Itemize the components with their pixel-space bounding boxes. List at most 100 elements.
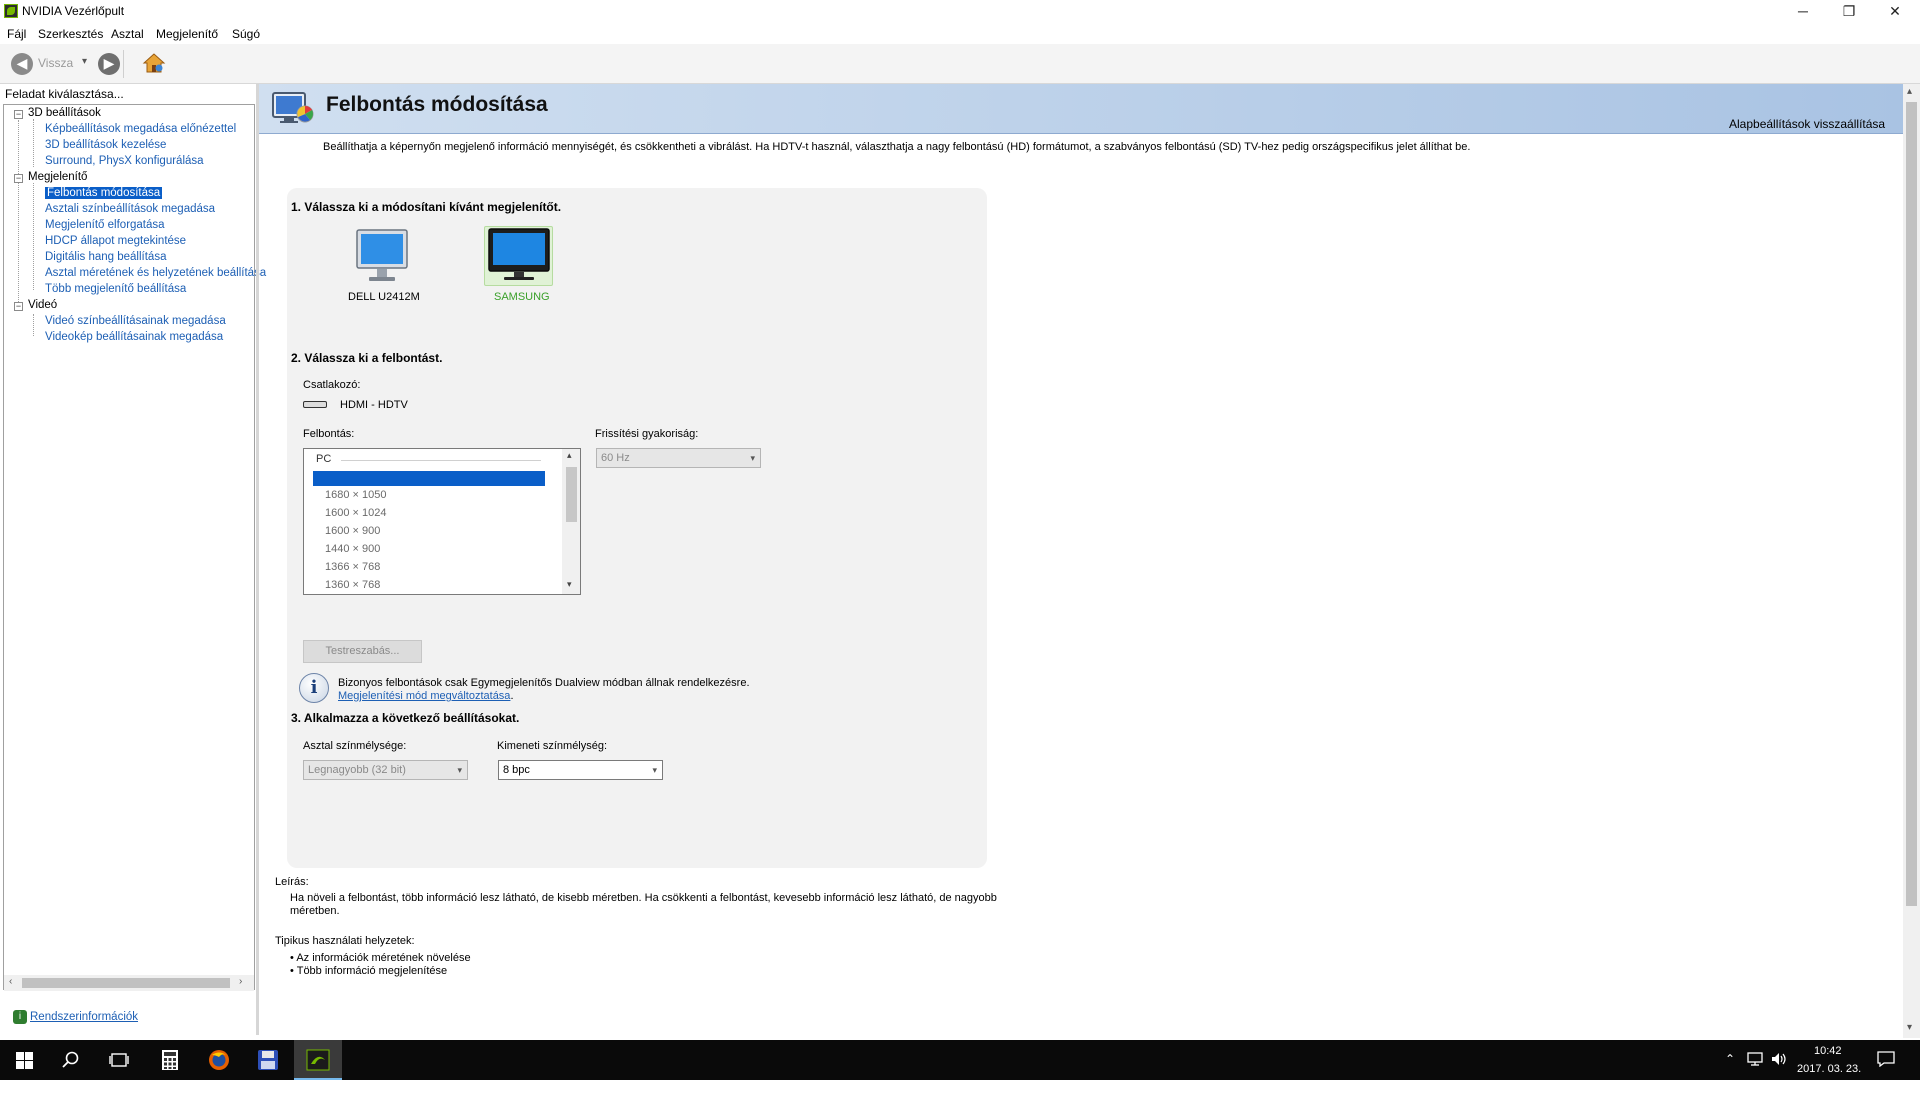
step3-title: 3. Alkalmazza a következő beállításokat.: [291, 711, 520, 725]
tree-item-video-image[interactable]: Videokép beállításainak megadása: [45, 331, 223, 343]
menu-help[interactable]: Súgó: [232, 27, 260, 41]
scroll-down-icon[interactable]: ▾: [1907, 1022, 1912, 1033]
change-display-mode-link[interactable]: Megjelenítési mód megváltoztatása: [338, 690, 510, 702]
tree-item-desktop-color[interactable]: Asztali színbeállítások megadása: [45, 203, 215, 215]
main-scroll-thumb[interactable]: [1906, 102, 1917, 906]
description-text: Ha növeli a felbontást, több információ …: [290, 892, 997, 917]
tree-line: [18, 120, 19, 310]
tree-item-manage-3d-settings[interactable]: 3D beállítások kezelése: [45, 139, 166, 151]
tree-item-video-color[interactable]: Videó színbeállításainak megadása: [45, 315, 226, 327]
back-history-dropdown-icon[interactable]: ▾: [82, 56, 87, 67]
tree-item-digital-audio[interactable]: Digitális hang beállítása: [45, 251, 166, 263]
home-icon[interactable]: [142, 51, 166, 75]
tree-scroll-thumb[interactable]: [22, 978, 230, 988]
page-title: Felbontás módosítása: [326, 93, 548, 116]
system-info-link[interactable]: Rendszerinformációk: [30, 1011, 138, 1023]
tree-category-video[interactable]: Videó: [28, 299, 57, 311]
display-samsung-label[interactable]: SAMSUNG: [494, 291, 550, 303]
step2-title: 2. Válassza ki a felbontást.: [291, 351, 443, 365]
menu-edit[interactable]: Szerkesztés: [38, 27, 103, 41]
restore-defaults-link[interactable]: Alapbeállítások visszaállítása: [1729, 117, 1885, 131]
tree-item-rotate-display[interactable]: Megjelenítő elforgatása: [45, 219, 165, 231]
toolbar: [0, 44, 1920, 84]
list-group-separator: [341, 460, 541, 461]
action-center-icon[interactable]: [1877, 1051, 1895, 1068]
list-selected-item[interactable]: [313, 471, 545, 486]
list-item[interactable]: 1600 × 1024: [325, 507, 386, 519]
system-info-icon[interactable]: i: [13, 1010, 27, 1024]
list-item[interactable]: 1360 × 768: [325, 579, 380, 591]
tree-item-desktop-size-position[interactable]: Asztal méretének és helyzetének beállítá…: [45, 267, 266, 279]
chevron-down-icon: ▾: [457, 765, 462, 775]
nvidia-taskbar-icon[interactable]: [306, 1049, 330, 1071]
list-item[interactable]: 1600 × 900: [325, 525, 380, 537]
minimize-button[interactable]: ─: [1780, 0, 1826, 24]
output-color-depth-value: 8 bpc: [503, 764, 530, 776]
display-dell-label[interactable]: DELL U2412M: [348, 291, 420, 303]
collapse-display-icon[interactable]: −: [14, 174, 23, 183]
menu-file[interactable]: Fájl: [7, 27, 26, 41]
scroll-up-icon[interactable]: ▴: [1907, 86, 1912, 97]
collapse-3d-settings-icon[interactable]: −: [14, 110, 23, 119]
tree-category-3d-settings[interactable]: 3D beállítások: [28, 107, 101, 119]
task-view-icon[interactable]: [109, 1051, 129, 1069]
tree-item-change-resolution[interactable]: Felbontás módosítása: [45, 187, 163, 199]
tree-category-display[interactable]: Megjelenítő: [28, 171, 87, 183]
typical-use-text: Az információk méretének növelése: [296, 952, 471, 964]
desktop-color-depth-value: Legnagyobb (32 bit): [308, 764, 406, 776]
save-disk-icon[interactable]: [257, 1049, 279, 1071]
info-icon: i: [299, 673, 329, 703]
display-dell-icon[interactable]: [349, 228, 415, 286]
menu-display[interactable]: Megjelenítő: [156, 27, 218, 41]
display-samsung-icon[interactable]: [486, 227, 552, 285]
calculator-icon[interactable]: [161, 1049, 179, 1071]
refresh-rate-value: 60 Hz: [601, 452, 630, 464]
tree-item-image-settings-preview[interactable]: Képbeállítások megadása előnézettel: [45, 123, 236, 135]
maximize-button[interactable]: ❐: [1826, 0, 1872, 24]
show-hidden-icons-icon[interactable]: ⌃: [1725, 1052, 1735, 1066]
resolution-label: Felbontás:: [303, 428, 355, 440]
resolution-list[interactable]: PC 1680 × 1050 1600 × 1024 1600 × 900 14…: [303, 448, 581, 595]
customize-button[interactable]: Testreszabás...: [303, 640, 422, 663]
scroll-left-icon[interactable]: ‹: [9, 976, 12, 987]
typical-uses-label: Tipikus használati helyzetek:: [275, 935, 415, 947]
tree-item-hdcp-status[interactable]: HDCP állapot megtekintése: [45, 235, 186, 247]
scroll-down-icon[interactable]: ▾: [567, 579, 572, 590]
typical-use-item: • Az információk méretének növelése: [290, 952, 471, 964]
forward-arrow-icon[interactable]: ▶: [98, 53, 120, 75]
network-icon[interactable]: [1746, 1051, 1764, 1067]
list-item[interactable]: 1440 × 900: [325, 543, 380, 555]
collapse-video-icon[interactable]: −: [14, 302, 23, 311]
start-windows-icon[interactable]: [16, 1052, 33, 1069]
tree-item-surround-physx[interactable]: Surround, PhysX konfigurálása: [45, 155, 204, 167]
typical-use-text: Több információ megjelenítése: [296, 965, 448, 977]
tree-item-multiple-displays[interactable]: Több megjelenítő beállítása: [45, 283, 186, 295]
refresh-rate-select[interactable]: 60 Hz ▾: [596, 448, 761, 468]
step1-title: 1. Válassza ki a módosítani kívánt megje…: [291, 200, 562, 214]
below-screen-area: [0, 1080, 1920, 1111]
scroll-up-icon[interactable]: ▴: [567, 450, 572, 461]
search-icon[interactable]: [62, 1051, 80, 1069]
desktop-color-depth-select[interactable]: Legnagyobb (32 bit) ▾: [303, 760, 468, 780]
volume-icon[interactable]: [1770, 1051, 1788, 1067]
chevron-down-icon: ▾: [652, 765, 657, 775]
clock-date[interactable]: 2017. 03. 23.: [1797, 1063, 1861, 1075]
resolution-list-scroll-thumb[interactable]: [566, 467, 577, 522]
menu-desktop[interactable]: Asztal: [111, 27, 144, 41]
back-arrow-icon[interactable]: ◀: [11, 53, 33, 75]
pane-splitter[interactable]: [256, 84, 259, 1035]
refresh-rate-label: Frissítési gyakoriság:: [595, 428, 699, 440]
menu-bar: Fájl Szerkesztés Asztal Megjelenítő Súgó: [0, 24, 1920, 44]
clock-time[interactable]: 10:42: [1814, 1045, 1842, 1057]
taskbar: [0, 1040, 1920, 1080]
close-button[interactable]: ✕: [1872, 0, 1918, 24]
list-item[interactable]: 1680 × 1050: [325, 489, 386, 501]
list-group-pc: PC: [316, 453, 332, 465]
toolbar-separator: [123, 50, 124, 78]
list-item[interactable]: 1366 × 768: [325, 561, 380, 573]
connector-value: HDMI - HDTV: [340, 399, 408, 411]
firefox-icon[interactable]: [208, 1049, 230, 1071]
scroll-right-icon[interactable]: ›: [239, 976, 242, 987]
output-color-depth-select[interactable]: 8 bpc ▾: [498, 760, 663, 780]
back-button-label[interactable]: Vissza: [38, 56, 73, 70]
